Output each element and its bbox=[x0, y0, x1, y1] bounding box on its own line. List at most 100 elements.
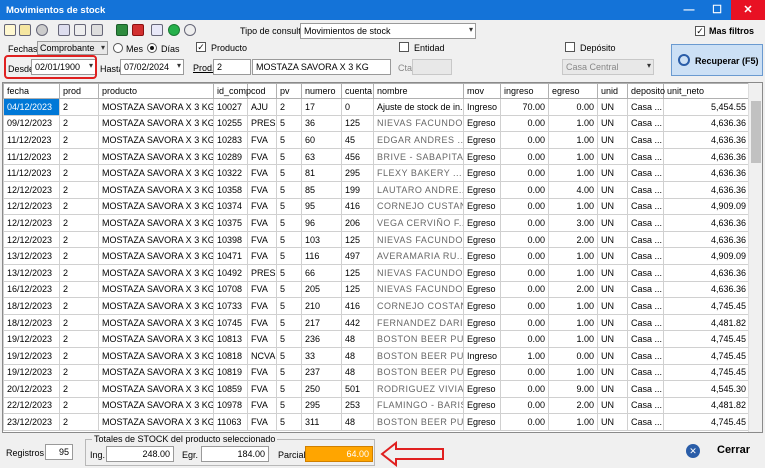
pdf-icon[interactable] bbox=[132, 24, 144, 36]
cell-unit-neto[interactable]: 4,636.36 bbox=[663, 214, 750, 232]
cell-nombre[interactable]: FLEXY BAKERY ... bbox=[373, 164, 464, 182]
minimize-button[interactable]: — bbox=[675, 0, 703, 20]
cell-unid[interactable]: UN bbox=[597, 346, 628, 365]
table-row[interactable]: 19/12/2023 2 MOSTAZA SAVORA X 3 KG 10813 FVA… bbox=[3, 330, 750, 348]
cell-producto[interactable]: MOSTAZA SAVORA X 3 KG bbox=[98, 114, 214, 133]
close-window-button[interactable]: ✕ bbox=[731, 0, 765, 20]
cell-cod[interactable]: FVA bbox=[247, 197, 277, 216]
cell-ingreso[interactable]: 0.00 bbox=[500, 247, 549, 265]
cell-mov[interactable]: Ingreso bbox=[463, 98, 501, 116]
column-header-egreso[interactable]: egreso bbox=[548, 83, 598, 99]
cell-numero[interactable]: 60 bbox=[301, 131, 342, 149]
cell-mov[interactable]: Egreso bbox=[463, 363, 501, 382]
cell-fecha[interactable]: 11/12/2023 bbox=[3, 164, 60, 182]
new-icon[interactable] bbox=[4, 24, 16, 36]
cell-pv[interactable]: 5 bbox=[276, 147, 302, 166]
column-header-nombre[interactable]: nombre bbox=[373, 83, 464, 99]
cell-id-comp[interactable]: 10289 bbox=[213, 147, 248, 166]
cell-prod[interactable]: 2 bbox=[59, 230, 99, 249]
cell-unid[interactable]: UN bbox=[597, 330, 628, 348]
cell-fecha[interactable]: 18/12/2023 bbox=[3, 313, 60, 332]
cell-id-comp[interactable]: 10818 bbox=[213, 346, 248, 365]
cell-nombre[interactable]: CORNEJO COSTAN... bbox=[373, 297, 464, 315]
cell-prod[interactable]: 2 bbox=[59, 164, 99, 182]
cell-numero[interactable]: 311 bbox=[301, 413, 342, 431]
tipo-consulta-select[interactable]: Movimientos de stock ▾ bbox=[300, 23, 476, 39]
hasta-date-input[interactable]: 07/02/2024 ▾ bbox=[120, 59, 184, 75]
table-row[interactable]: 11/12/2023 2 MOSTAZA SAVORA X 3 KG 10289 FVA… bbox=[3, 147, 750, 166]
cell-numero[interactable]: 217 bbox=[301, 313, 342, 332]
cell-mov[interactable]: Egreso bbox=[463, 413, 501, 431]
cell-pv[interactable]: 5 bbox=[276, 180, 302, 199]
cell-prod[interactable]: 2 bbox=[59, 180, 99, 199]
cell-unit-neto[interactable]: 4,909.09 bbox=[663, 197, 750, 216]
deposito-checkbox[interactable] bbox=[565, 42, 575, 52]
cell-egreso[interactable]: 1.00 bbox=[548, 131, 598, 149]
cell-numero[interactable]: 33 bbox=[301, 346, 342, 365]
cell-egreso[interactable]: 1.00 bbox=[548, 114, 598, 133]
cell-cod[interactable]: FVA bbox=[247, 396, 277, 415]
cell-nombre[interactable]: BOSTON BEER PUB... bbox=[373, 330, 464, 348]
cell-producto[interactable]: MOSTAZA SAVORA X 3 KG bbox=[98, 330, 214, 348]
column-header-unid[interactable]: unid bbox=[597, 83, 628, 99]
cell-numero[interactable]: 237 bbox=[301, 363, 342, 382]
prod-name-input[interactable]: MOSTAZA SAVORA X 3 KG bbox=[252, 59, 391, 75]
cell-producto[interactable]: MOSTAZA SAVORA X 3 KG bbox=[98, 396, 214, 415]
table-row[interactable]: 22/12/2023 2 MOSTAZA SAVORA X 3 KG 10978 FVA… bbox=[3, 396, 750, 415]
cell-unit-neto[interactable]: 4,745.45 bbox=[663, 413, 750, 431]
cell-producto[interactable]: MOSTAZA SAVORA X 3 KG bbox=[98, 363, 214, 382]
cell-pv[interactable]: 5 bbox=[276, 263, 302, 282]
cell-unid[interactable]: UN bbox=[597, 313, 628, 332]
cell-ingreso[interactable]: 0.00 bbox=[500, 330, 549, 348]
table-row[interactable]: 04/12/2023 2 MOSTAZA SAVORA X 3 KG 10027 AJU… bbox=[3, 98, 750, 116]
cell-prod[interactable]: 2 bbox=[59, 197, 99, 216]
table-row[interactable]: 13/12/2023 2 MOSTAZA SAVORA X 3 KG 10492 PRE… bbox=[3, 263, 750, 282]
cell-unid[interactable]: UN bbox=[597, 280, 628, 299]
cell-cod[interactable]: PRES bbox=[247, 114, 277, 133]
column-header-producto[interactable]: producto bbox=[98, 83, 214, 99]
cell-ingreso[interactable]: 0.00 bbox=[500, 114, 549, 133]
cell-nombre[interactable]: AVERAMARIA RU... bbox=[373, 247, 464, 265]
cell-cod[interactable]: FVA bbox=[247, 247, 277, 265]
cell-unid[interactable]: UN bbox=[597, 164, 628, 182]
cell-prod[interactable]: 2 bbox=[59, 247, 99, 265]
cell-cod[interactable]: FVA bbox=[247, 214, 277, 232]
deposito-select[interactable]: Casa Central ▾ bbox=[562, 59, 654, 75]
cell-cuenta[interactable]: 442 bbox=[341, 313, 374, 332]
table-row[interactable]: 19/12/2023 2 MOSTAZA SAVORA X 3 KG 10819 FVA… bbox=[3, 363, 750, 382]
cell-producto[interactable]: MOSTAZA SAVORA X 3 KG bbox=[98, 180, 214, 199]
cell-deposito[interactable]: Casa ... bbox=[627, 247, 664, 265]
cell-deposito[interactable]: Casa ... bbox=[627, 413, 664, 431]
cell-id-comp[interactable]: 10733 bbox=[213, 297, 248, 315]
cell-fecha[interactable]: 18/12/2023 bbox=[3, 297, 60, 315]
cell-fecha[interactable]: 22/12/2023 bbox=[3, 396, 60, 415]
cell-id-comp[interactable]: 10859 bbox=[213, 380, 248, 398]
cell-producto[interactable]: MOSTAZA SAVORA X 3 KG bbox=[98, 313, 214, 332]
delete-icon[interactable] bbox=[91, 24, 103, 36]
cell-numero[interactable]: 250 bbox=[301, 380, 342, 398]
cell-id-comp[interactable]: 10708 bbox=[213, 280, 248, 299]
cell-cuenta[interactable]: 48 bbox=[341, 413, 374, 431]
cell-ingreso[interactable]: 0.00 bbox=[500, 297, 549, 315]
cell-numero[interactable]: 66 bbox=[301, 263, 342, 282]
mas-filtros-checkbox[interactable]: ✓ bbox=[695, 26, 705, 36]
cell-cod[interactable]: FVA bbox=[247, 147, 277, 166]
cell-ingreso[interactable]: 70.00 bbox=[500, 98, 549, 116]
cell-egreso[interactable]: 0.00 bbox=[548, 98, 598, 116]
cell-numero[interactable]: 81 bbox=[301, 164, 342, 182]
cell-producto[interactable]: MOSTAZA SAVORA X 3 KG bbox=[98, 263, 214, 282]
close-icon[interactable]: ✕ bbox=[686, 444, 700, 458]
table-row[interactable]: 18/12/2023 2 MOSTAZA SAVORA X 3 KG 10733 FVA… bbox=[3, 297, 750, 315]
cell-mov[interactable]: Egreso bbox=[463, 180, 501, 199]
cell-prod[interactable]: 2 bbox=[59, 114, 99, 133]
cell-unit-neto[interactable]: 4,745.45 bbox=[663, 330, 750, 348]
cell-deposito[interactable]: Casa ... bbox=[627, 214, 664, 232]
cell-egreso[interactable]: 1.00 bbox=[548, 363, 598, 382]
cell-cuenta[interactable]: 253 bbox=[341, 396, 374, 415]
cell-unid[interactable]: UN bbox=[597, 180, 628, 199]
cell-egreso[interactable]: 2.00 bbox=[548, 280, 598, 299]
cell-nombre[interactable]: NIEVAS FACUNDO ... bbox=[373, 263, 464, 282]
cell-pv[interactable]: 2 bbox=[276, 98, 302, 116]
cell-pv[interactable]: 5 bbox=[276, 413, 302, 431]
cell-id-comp[interactable]: 10813 bbox=[213, 330, 248, 348]
